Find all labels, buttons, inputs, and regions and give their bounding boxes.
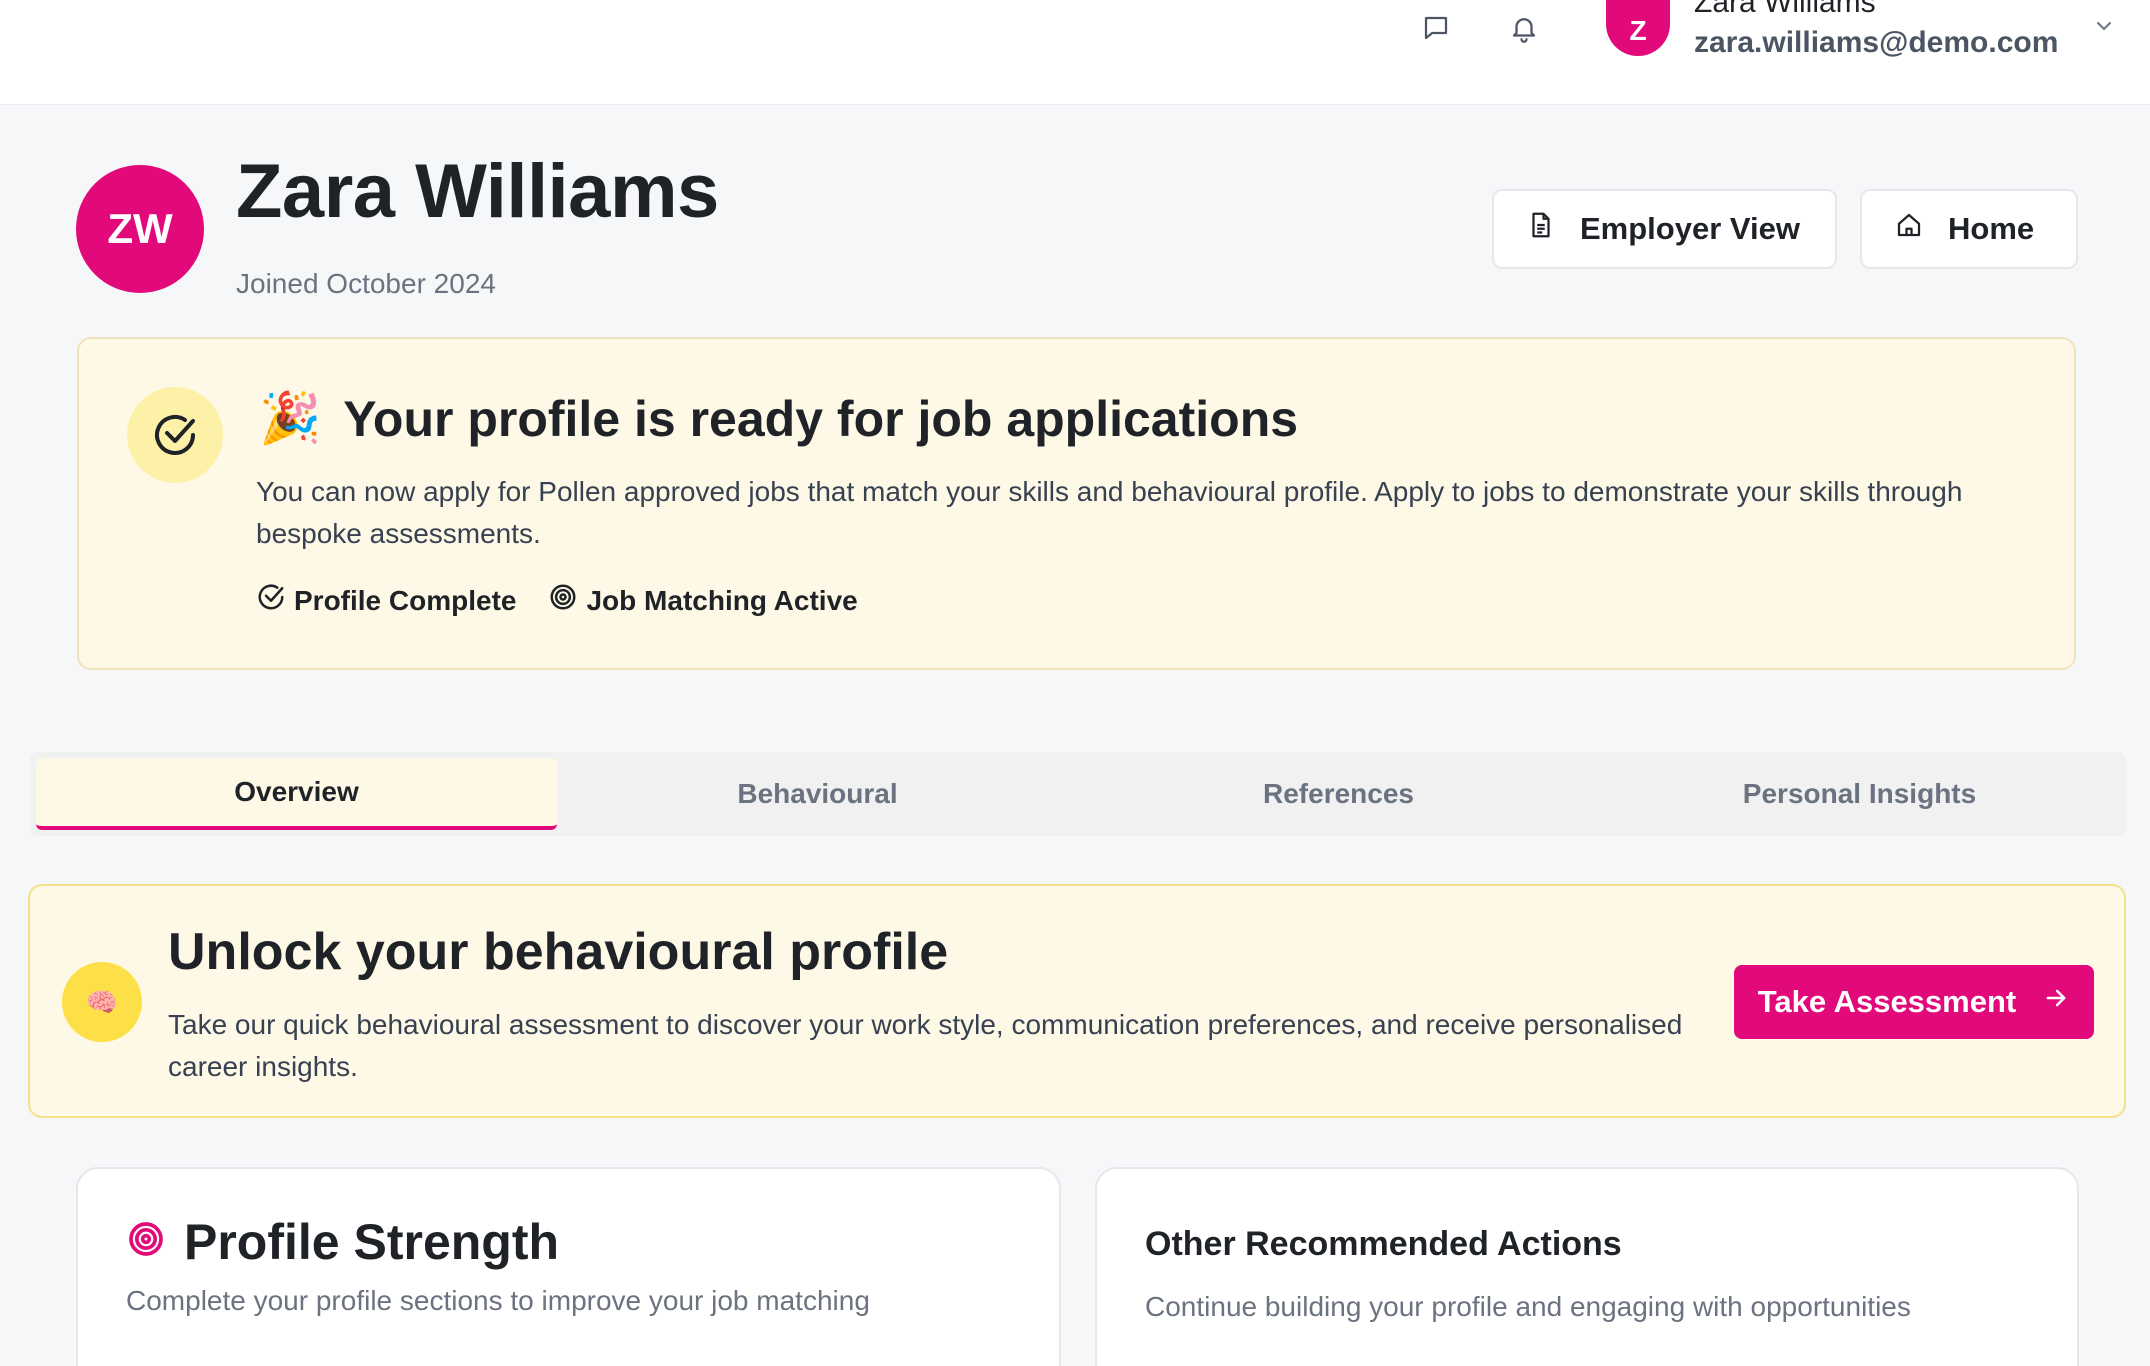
profile-strength-panel: Profile Strength Complete your profile s…	[76, 1167, 1061, 1366]
take-assessment-button[interactable]: Take Assessment	[1734, 965, 2094, 1039]
job-matching-label: Job Matching Active	[586, 584, 858, 616]
unlock-description: Take our quick behavioural assessment to…	[168, 1009, 1683, 1082]
profile-strength-title: Profile Strength	[126, 1213, 559, 1271]
top-bar: Z Zara Williams zara.williams@demo.com	[0, 0, 2150, 105]
tab-behavioural[interactable]: Behavioural	[557, 758, 1078, 830]
profile-strength-subtitle: Complete your profile sections to improv…	[126, 1285, 870, 1316]
ready-badges: Profile Complete Job Matching Active	[256, 582, 858, 619]
ready-description: You can now apply for Pollen approved jo…	[256, 476, 1963, 549]
target-icon	[548, 582, 578, 619]
chevron-down-icon[interactable]	[2086, 8, 2122, 44]
profile-avatar: ZW	[76, 165, 204, 293]
bell-icon[interactable]	[1502, 6, 1546, 50]
arrow-right-icon	[2042, 984, 2070, 1020]
user-name: Zara Williams	[1694, 0, 1876, 19]
profile-name: Zara Williams	[236, 149, 719, 234]
profile-complete-badge: Profile Complete	[256, 582, 516, 619]
profile-strength-title-text: Profile Strength	[184, 1214, 560, 1270]
tab-overview[interactable]: Overview	[36, 758, 557, 830]
recommended-actions-panel: Other Recommended Actions Continue build…	[1095, 1167, 2079, 1366]
unlock-title: Unlock your behavioural profile	[168, 923, 949, 981]
tab-references[interactable]: References	[1078, 758, 1599, 830]
home-icon	[1894, 210, 1924, 248]
home-button[interactable]: Home	[1860, 189, 2078, 269]
ready-title: 🎉 Your profile is ready for job applicat…	[259, 389, 1298, 448]
check-circle-icon	[127, 387, 223, 483]
employer-view-label: Employer View	[1580, 211, 1800, 246]
profile-ready-card: 🎉 Your profile is ready for job applicat…	[77, 337, 2076, 670]
recommended-actions-subtitle: Continue building your profile and engag…	[1145, 1291, 1911, 1322]
document-icon	[1526, 210, 1556, 248]
home-label: Home	[1948, 211, 2035, 246]
brain-icon: 🧠	[62, 962, 142, 1042]
message-icon[interactable]	[1414, 6, 1458, 50]
joined-date: Joined October 2024	[236, 268, 496, 299]
ready-title-text: Your profile is ready for job applicatio…	[343, 390, 1299, 447]
unlock-behavioural-card: 🧠 Unlock your behavioural profile Take o…	[28, 884, 2126, 1118]
target-icon	[126, 1213, 166, 1271]
tab-personal-insights[interactable]: Personal Insights	[1599, 758, 2120, 830]
user-email: zara.williams@demo.com	[1694, 26, 2059, 59]
user-avatar[interactable]: Z	[1606, 0, 1670, 56]
profile-tabs: Overview Behavioural References Personal…	[30, 752, 2126, 836]
check-circle-icon	[256, 582, 286, 619]
party-icon: 🎉	[259, 390, 322, 446]
employer-view-button[interactable]: Employer View	[1492, 189, 1837, 269]
job-matching-badge: Job Matching Active	[548, 582, 858, 619]
recommended-actions-title: Other Recommended Actions	[1145, 1225, 1622, 1263]
profile-complete-label: Profile Complete	[294, 584, 517, 616]
take-assessment-label: Take Assessment	[1757, 984, 2017, 1019]
